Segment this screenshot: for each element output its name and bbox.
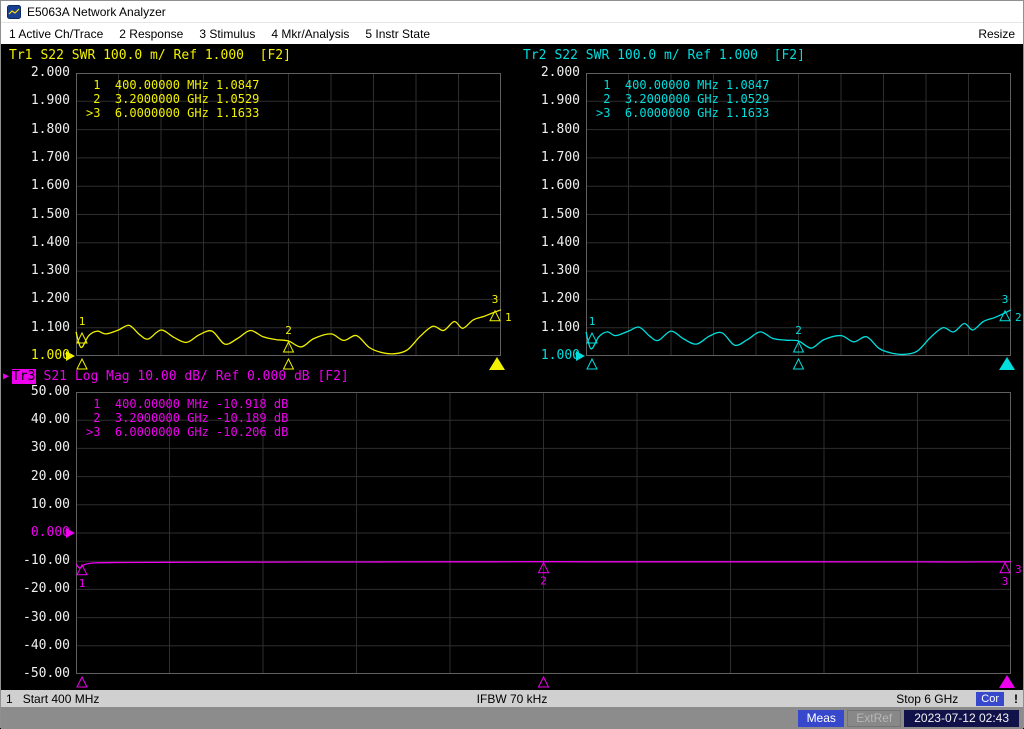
y-axis-label: -40.00	[1, 638, 70, 654]
y-axis-label: 1.600	[510, 178, 580, 194]
marker-readout: 1 400.00000 MHz 1.0847 2 3.2000000 GHz 1…	[596, 78, 769, 120]
marker-number: 3	[1002, 293, 1009, 306]
reference-level-indicator	[66, 528, 75, 538]
meas-status-badge: Meas	[798, 710, 844, 727]
y-axis-label: 1.400	[1, 235, 70, 251]
marker-readout: 1 400.00000 MHz 1.0847 2 3.2000000 GHz 1…	[86, 78, 259, 120]
marker-3[interactable]: 3	[1000, 563, 1010, 588]
y-axis-label: 2.000	[510, 65, 580, 81]
menu-item-response[interactable]: 2 Response	[119, 27, 183, 41]
y-axis-label: 1.200	[1, 291, 70, 307]
marker-number: 1	[79, 315, 86, 328]
marker-number: 3	[492, 293, 499, 306]
ifbw-value: IFBW 70 kHz	[477, 692, 548, 706]
active-marker-stimulus-indicator	[999, 357, 1015, 370]
menu-item-stimulus[interactable]: 3 Stimulus	[199, 27, 255, 41]
marker-1[interactable]: 1	[77, 315, 87, 343]
marker-readout: 1 400.00000 MHz -10.918 dB 2 3.2000000 G…	[86, 397, 288, 439]
marker-number: 3	[1002, 575, 1009, 588]
marker-stimulus-indicator	[284, 359, 294, 369]
marker-number: 2	[795, 324, 802, 337]
y-axis-label: 1.600	[1, 178, 70, 194]
y-axis-label: 10.00	[1, 497, 70, 513]
menu-item-mkr-analysis[interactable]: 4 Mkr/Analysis	[271, 27, 349, 41]
y-axis-label: 1.300	[1, 263, 70, 279]
y-axis-label: 2.000	[1, 65, 70, 81]
stop-frequency: Stop 6 GHz	[896, 692, 958, 706]
y-axis-label: 1.100	[510, 320, 580, 336]
marker-number: 1	[589, 315, 596, 328]
trace2-name[interactable]: Tr2	[523, 48, 546, 63]
reference-level-indicator	[66, 351, 75, 361]
channel-number: 1	[6, 692, 13, 706]
trace2-format: S22 SWR 100.0 m/ Ref 1.000 [F2]	[554, 48, 804, 63]
y-axis-label: 1.100	[1, 320, 70, 336]
trace-end-number: 2	[1015, 311, 1022, 324]
y-axis-label: 1.700	[1, 150, 70, 166]
trace1-name[interactable]: Tr1	[9, 48, 32, 63]
marker-stimulus-indicator	[539, 677, 549, 687]
y-axis-label: 50.00	[1, 384, 70, 400]
active-marker-stimulus-indicator	[999, 675, 1015, 688]
marker-number: 2	[285, 324, 292, 337]
y-axis-label: 1.700	[510, 150, 580, 166]
marker-number: 1	[79, 577, 86, 590]
instrument-screen: Tr1 S22 SWR 100.0 m/ Ref 1.000 [F2] Tr2 S2…	[1, 44, 1023, 690]
menu-item-resize[interactable]: Resize	[978, 27, 1015, 41]
y-axis-label: 40.00	[1, 412, 70, 428]
y-axis-label: 1.900	[1, 93, 70, 109]
marker-stimulus-indicator	[587, 359, 597, 369]
marker-stimulus-indicator	[77, 359, 87, 369]
y-axis-label: -10.00	[1, 553, 70, 569]
active-trace-arrow-icon: ▶	[3, 371, 9, 382]
y-axis-label: 1.500	[510, 207, 580, 223]
title-bar[interactable]: E5063A Network Analyzer	[1, 1, 1023, 23]
instrument-status-bar: Meas ExtRef 2023-07-12 02:43	[1, 707, 1023, 729]
correction-badge: Cor	[976, 692, 1004, 706]
y-axis-label: 1.300	[510, 263, 580, 279]
trace3-name[interactable]: Tr3	[12, 369, 35, 384]
y-axis-label: -50.00	[1, 666, 70, 682]
start-frequency: Start 400 MHz	[23, 692, 100, 706]
window-title: E5063A Network Analyzer	[27, 5, 166, 19]
datetime-display: 2023-07-12 02:43	[904, 710, 1019, 727]
marker-triangle-icon	[1000, 563, 1010, 573]
marker-1[interactable]: 1	[77, 565, 87, 590]
active-marker-stimulus-indicator	[489, 357, 505, 370]
y-axis-label: 1.500	[1, 207, 70, 223]
y-axis-label: 30.00	[1, 440, 70, 456]
y-axis-label: 1.900	[510, 93, 580, 109]
y-axis-label: 20.00	[1, 469, 70, 485]
reference-level-indicator	[576, 351, 585, 361]
y-axis-label: 1.200	[510, 291, 580, 307]
marker-3[interactable]: 3	[490, 293, 500, 321]
y-axis-label: 1.800	[510, 122, 580, 138]
y-axis-label: 1.400	[510, 235, 580, 251]
trace2-title[interactable]: Tr2 S22 SWR 100.0 m/ Ref 1.000 [F2]	[523, 48, 805, 63]
marker-1[interactable]: 1	[587, 315, 597, 343]
marker-stimulus-indicator	[77, 677, 87, 687]
trace1-title[interactable]: Tr1 S22 SWR 100.0 m/ Ref 1.000 [F2]	[9, 48, 291, 63]
app-window: E5063A Network Analyzer 1 Active Ch/Trac…	[0, 0, 1024, 728]
y-axis-label: 0.000	[1, 525, 70, 541]
extref-status-badge: ExtRef	[847, 710, 901, 727]
marker-3[interactable]: 3	[1000, 293, 1010, 321]
app-icon	[7, 5, 21, 19]
y-axis-label: 1.000	[510, 348, 580, 364]
trace1-format: S22 SWR 100.0 m/ Ref 1.000 [F2]	[40, 48, 290, 63]
y-axis-label: -30.00	[1, 610, 70, 626]
y-axis-label: -20.00	[1, 581, 70, 597]
marker-stimulus-indicator	[794, 359, 804, 369]
y-axis-label: 1.000	[1, 348, 70, 364]
menu-item-instr-state[interactable]: 5 Instr State	[365, 27, 430, 41]
menu-item-active-ch-trace[interactable]: 1 Active Ch/Trace	[9, 27, 103, 41]
warning-indicator: !	[1014, 692, 1018, 706]
channel-status-bar: 1 Start 400 MHz IFBW 70 kHz Stop 6 GHz C…	[1, 690, 1023, 707]
marker-number: 2	[540, 575, 547, 588]
menu-bar: 1 Active Ch/Trace 2 Response 3 Stimulus …	[1, 23, 1023, 44]
trace-end-number: 3	[1015, 563, 1022, 576]
y-axis-label: 1.800	[1, 122, 70, 138]
